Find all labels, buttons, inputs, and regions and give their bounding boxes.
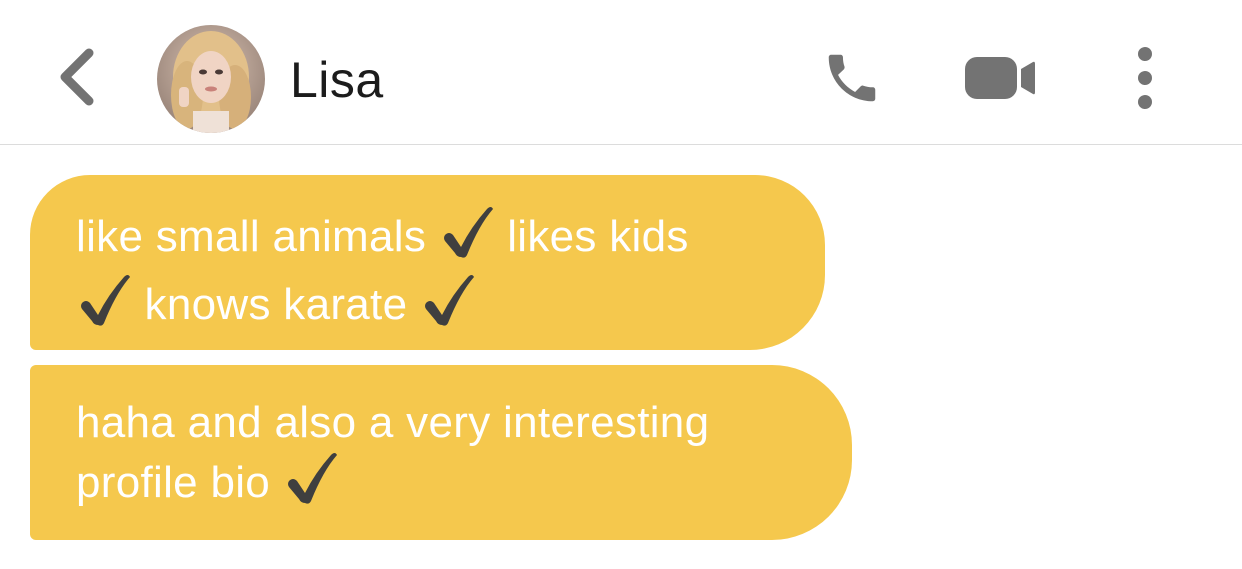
phone-icon <box>821 47 883 114</box>
video-call-button[interactable] <box>955 45 1045 115</box>
checkmark-icon <box>283 451 339 519</box>
message-text-segment: haha and also a very interesting profile… <box>76 398 710 507</box>
checkmark-icon <box>420 273 476 341</box>
call-button[interactable] <box>812 45 892 115</box>
chat-header: Lisa <box>0 0 1242 145</box>
checkmark-icon <box>76 273 132 341</box>
message-text-segment: likes kids <box>507 212 689 261</box>
back-button[interactable] <box>46 40 108 118</box>
checkmark-icon <box>439 205 495 273</box>
message-text: haha and also a very interesting profile… <box>76 395 812 519</box>
contact-name[interactable]: Lisa <box>290 50 384 110</box>
message-bubble[interactable]: like small animals likes kids knows kara… <box>30 175 825 350</box>
more-vertical-icon <box>1135 46 1155 115</box>
message-text: like small animals likes kids knows kara… <box>76 205 785 341</box>
avatar[interactable] <box>157 25 265 133</box>
chat-screen: Lisa like small animals likes kids knows… <box>0 0 1242 569</box>
video-camera-icon <box>963 53 1037 108</box>
message-bubble[interactable]: haha and also a very interesting profile… <box>30 365 852 540</box>
message-text-segment: like small animals <box>76 212 439 261</box>
more-options-button[interactable] <box>1120 40 1170 120</box>
message-text-segment: knows karate <box>132 280 420 329</box>
chevron-left-icon <box>57 47 97 112</box>
